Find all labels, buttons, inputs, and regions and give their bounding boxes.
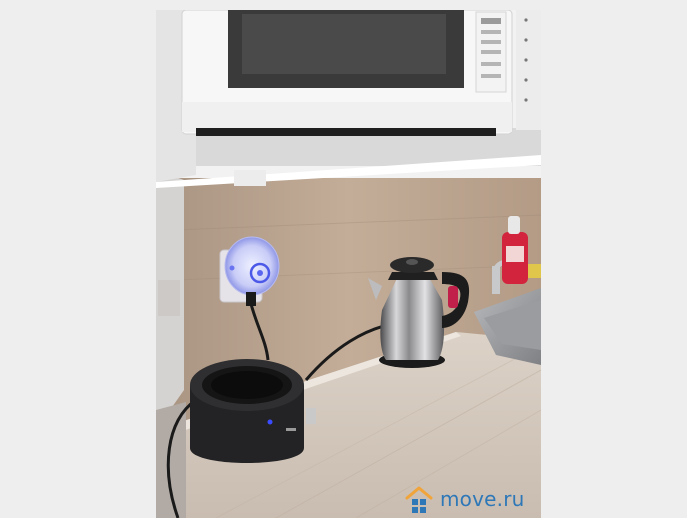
- induction-hotplate: [190, 359, 316, 463]
- microwave: [181, 10, 513, 136]
- kitchen-photo: [156, 10, 541, 518]
- house-logo-icon: [405, 486, 433, 513]
- watermark: move.ru: [404, 484, 525, 514]
- watermark-text: move.ru: [440, 487, 525, 511]
- left-wall: [156, 170, 184, 430]
